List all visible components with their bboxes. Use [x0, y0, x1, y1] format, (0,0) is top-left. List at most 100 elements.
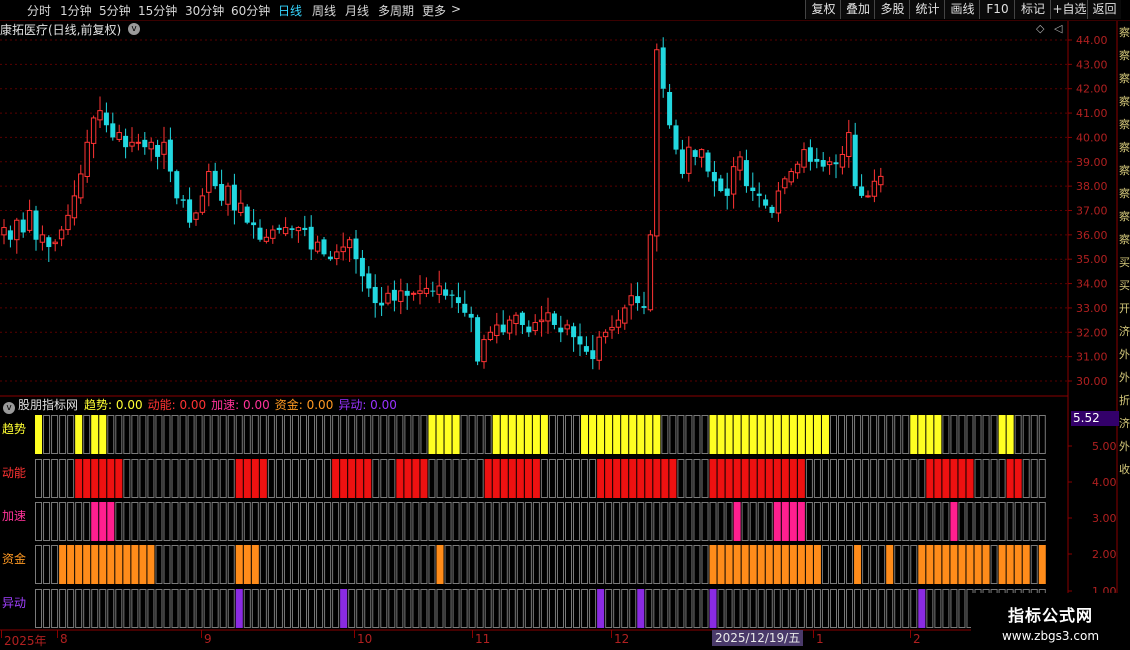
- indicator-cell-2-101: [846, 502, 854, 541]
- indicator-cell-1-70: [597, 459, 605, 498]
- indicator-cell-4-64: [548, 589, 556, 628]
- indicator-current-value: 5.52: [1071, 411, 1119, 426]
- indicator-cell-1-23: [219, 459, 227, 498]
- indicator-cell-2-34: [308, 502, 316, 541]
- candlestick-chart: 30.00 31.00 32.00 33.00 34.00 35.00 36.00 37.00…: [0, 21, 1130, 631]
- indicator-cell-4-17: [171, 589, 179, 628]
- toolbar-button-6[interactable]: 标记: [1014, 0, 1051, 19]
- toolbar-button-0[interactable]: 复权: [805, 0, 841, 19]
- candle-40: [257, 219, 263, 242]
- indicator-cell-2-64: [548, 502, 556, 541]
- indicator-cell-1-49: [428, 459, 436, 498]
- indicator-cell-0-58: [500, 415, 508, 454]
- indicator-cell-3-14: [147, 545, 155, 584]
- indicator-cell-1-96: [805, 459, 813, 498]
- indicator-cell-3-10: [115, 545, 123, 584]
- toolbar-button-1[interactable]: 叠加: [840, 0, 875, 19]
- indicator-value-2: 加速: 0.00: [211, 398, 270, 412]
- indicator-cell-4-85: [717, 589, 725, 628]
- candle-body-121: [775, 190, 782, 214]
- collapse-icon[interactable]: ◁: [1054, 22, 1062, 35]
- toolbar-button-2[interactable]: 多股: [874, 0, 910, 19]
- candle-16: [103, 102, 109, 133]
- indicator-cell-3-79: [669, 545, 677, 584]
- period-tab-9[interactable]: 多周期: [378, 2, 414, 19]
- indicator-cell-2-50: [436, 502, 444, 541]
- indicator-cell-1-20: [195, 459, 203, 498]
- indicator-cell-3-76: [645, 545, 653, 584]
- indicator-cell-1-111: [926, 459, 934, 498]
- candle-body-44: [282, 227, 289, 235]
- indicator-cell-4-97: [813, 589, 821, 628]
- indicator-cell-4-63: [540, 589, 548, 628]
- period-tab-5[interactable]: 60分钟: [231, 2, 270, 19]
- period-tab-8[interactable]: 月线: [345, 2, 369, 19]
- toolbar-button-3[interactable]: 统计: [909, 0, 945, 19]
- period-tab-0[interactable]: 分时: [27, 2, 51, 19]
- indicator-cell-3-65: [556, 545, 564, 584]
- indicator-cell-2-112: [934, 502, 942, 541]
- indicator-dropdown-icon[interactable]: v: [3, 402, 15, 414]
- indicator-cell-0-62: [532, 415, 540, 454]
- candle-8: [52, 239, 58, 252]
- period-tab-4[interactable]: 30分钟: [185, 2, 224, 19]
- candle-127: [814, 147, 820, 169]
- indicator-cell-2-7: [91, 502, 99, 541]
- period-tab-10[interactable]: 更多: [422, 2, 446, 19]
- indicator-cell-0-116: [966, 415, 974, 454]
- indicator-cell-0-111: [926, 415, 934, 454]
- indicator-cell-2-22: [211, 502, 219, 541]
- toolbar-button-5[interactable]: F10: [979, 0, 1015, 19]
- indicator-cell-4-84: [709, 589, 717, 628]
- indicator-cell-2-37: [332, 502, 340, 541]
- indicator-cell-1-78: [661, 459, 669, 498]
- toolbar-button-8[interactable]: 返回: [1087, 0, 1121, 19]
- indicator-cell-0-64: [548, 415, 556, 454]
- indicator-cell-1-61: [524, 459, 532, 498]
- indicator-cell-1-36: [324, 459, 332, 498]
- indicator-cell-2-46: [404, 502, 412, 541]
- indicator-cell-1-3: [59, 459, 67, 498]
- toolbar-button-7[interactable]: +自选: [1050, 0, 1088, 19]
- indicator-cell-2-91: [765, 502, 773, 541]
- indicator-cell-2-66: [564, 502, 573, 541]
- indicator-cell-3-104: [870, 545, 878, 584]
- indicator-cell-4-104: [870, 589, 878, 628]
- indicator-cell-0-117: [974, 415, 982, 454]
- indicator-cell-3-1: [43, 545, 51, 584]
- indicator-cell-3-6: [83, 545, 91, 584]
- candle-body-30: [193, 212, 199, 220]
- indicator-cell-4-77: [653, 589, 661, 628]
- period-tab-2[interactable]: 5分钟: [99, 2, 131, 19]
- candle-105: [673, 119, 679, 155]
- indicator-cell-1-93: [781, 459, 789, 498]
- more-chevron-icon[interactable]: >: [451, 2, 461, 16]
- indicator-cell-4-106: [886, 589, 894, 628]
- period-tab-6[interactable]: 日线: [278, 2, 302, 19]
- indicator-cell-1-28: [259, 459, 267, 498]
- indicator-cell-2-114: [950, 502, 958, 541]
- period-tab-3[interactable]: 15分钟: [138, 2, 177, 19]
- stock-dropdown-icon[interactable]: v: [128, 23, 140, 35]
- period-tab-1[interactable]: 1分钟: [60, 2, 92, 19]
- indicator-cell-3-43: [380, 545, 388, 584]
- indicator-cell-3-116: [966, 545, 974, 584]
- indicator-cell-0-40: [356, 415, 364, 454]
- indicator-cell-1-59: [508, 459, 516, 498]
- indicator-cell-1-122: [1014, 459, 1022, 498]
- indicator-cell-1-17: [171, 459, 179, 498]
- candle-body-136: [871, 180, 878, 197]
- indicator-cell-2-108: [902, 502, 910, 541]
- period-tab-7[interactable]: 周线: [312, 2, 336, 19]
- diamond-icon[interactable]: ◇: [1036, 22, 1044, 35]
- candle-body-103: [660, 47, 666, 89]
- indicator-cell-2-53: [460, 502, 468, 541]
- indicator-cell-1-58: [500, 459, 508, 498]
- right-strip-char-7: 察: [1119, 187, 1130, 200]
- stock-title-text: 康拓医疗(日线,前复权): [0, 23, 122, 37]
- indicator-cell-4-105: [878, 589, 886, 628]
- indicator-cell-2-11: [123, 502, 131, 541]
- right-strip-char-3: 察: [1119, 95, 1130, 108]
- toolbar-button-4[interactable]: 画线: [944, 0, 980, 19]
- indicator-cell-4-115: [958, 589, 966, 628]
